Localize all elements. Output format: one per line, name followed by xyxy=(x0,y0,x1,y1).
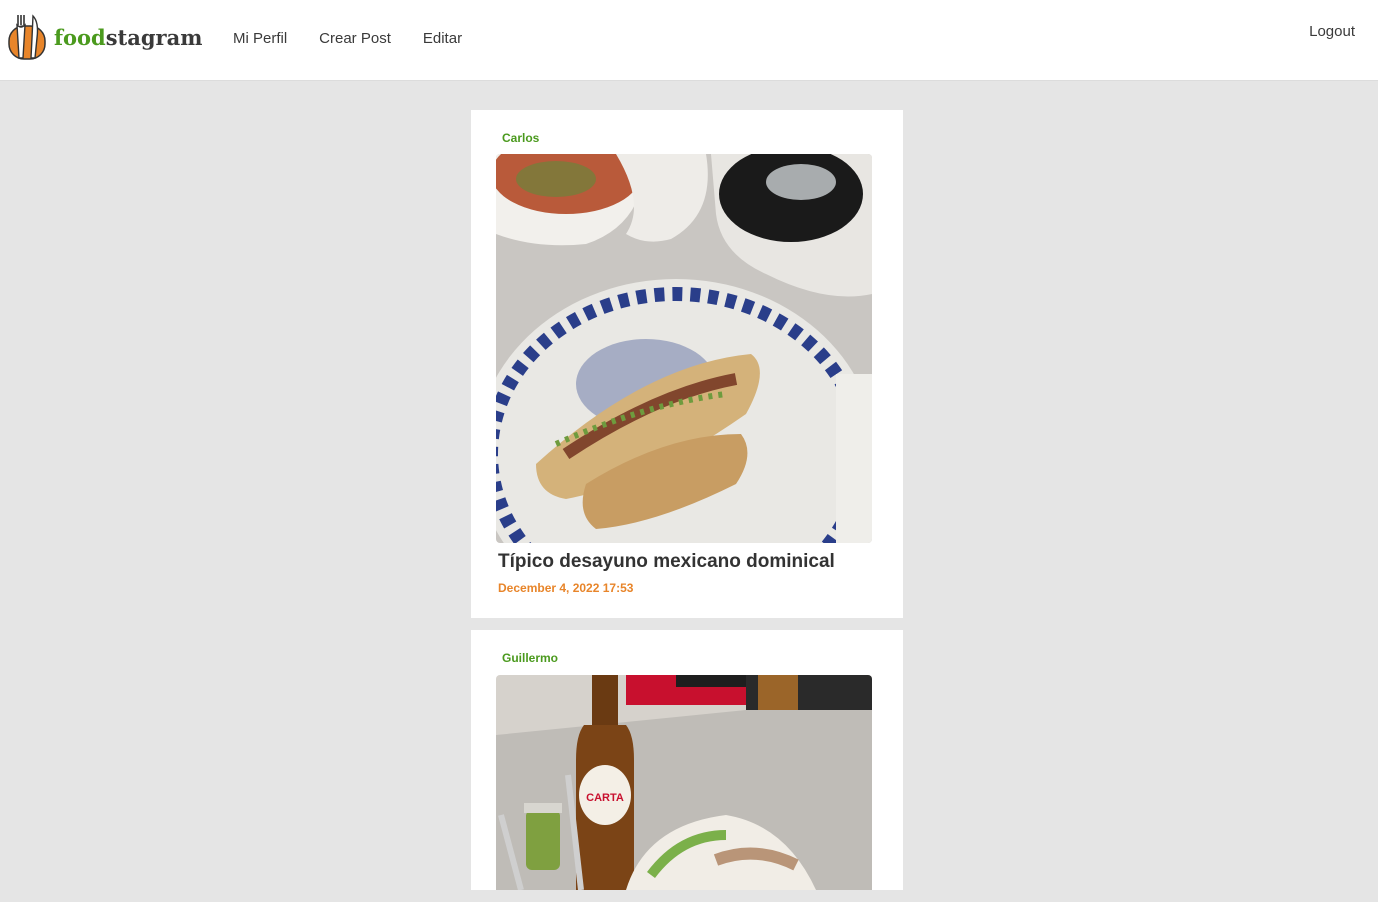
svg-text:CARTA: CARTA xyxy=(586,792,624,804)
nav-link-editar[interactable]: Editar xyxy=(423,30,462,47)
post-card: Carlos Típico desayuno mexicano dominica… xyxy=(471,110,903,618)
nav-link-crear-post[interactable]: Crear Post xyxy=(319,30,391,47)
post-author[interactable]: Carlos xyxy=(502,131,539,145)
post-caption: Típico desayuno mexicano dominical xyxy=(498,551,835,572)
brand-logo-link[interactable]: foodstagram xyxy=(8,14,202,60)
post-photo[interactable]: CARTA xyxy=(496,675,872,890)
nav-link-mi-perfil[interactable]: Mi Perfil xyxy=(233,30,287,47)
post-feed: Carlos Típico desayuno mexicano dominica… xyxy=(471,110,903,902)
post-card: Guillermo CARTA xyxy=(471,630,903,890)
brand-wordmark: foodstagram xyxy=(54,27,202,48)
brand-wordmark-stagram: stagram xyxy=(105,24,203,50)
logout-link[interactable]: Logout xyxy=(1309,23,1355,40)
post-author[interactable]: Guillermo xyxy=(502,651,558,665)
post-photo[interactable] xyxy=(496,154,872,543)
fork-knife-bottle-icon xyxy=(8,14,46,60)
brand-wordmark-food: food xyxy=(54,24,106,50)
post-timestamp: December 4, 2022 17:53 xyxy=(498,581,634,595)
nav-links: Mi Perfil Crear Post Editar xyxy=(233,30,494,47)
top-navbar: foodstagram Mi Perfil Crear Post Editar … xyxy=(0,0,1378,81)
